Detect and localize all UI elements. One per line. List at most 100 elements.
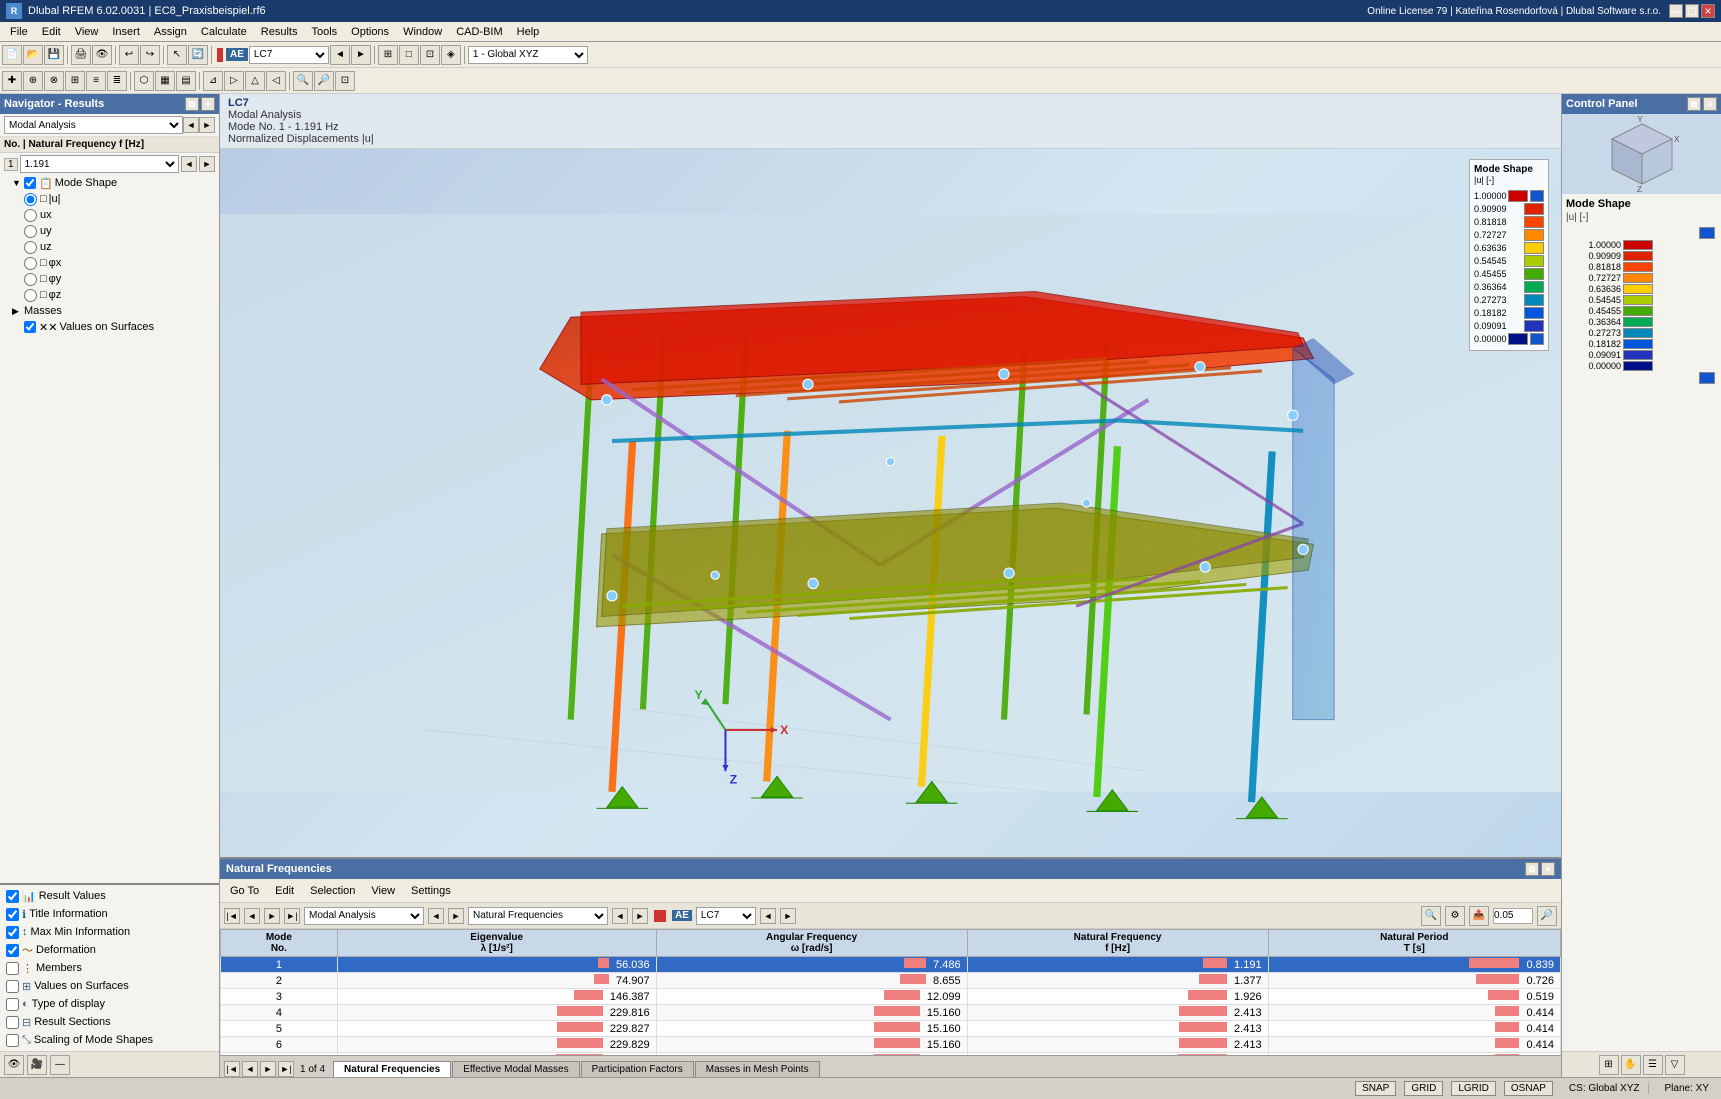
tb2-9[interactable]: ▤ bbox=[176, 71, 196, 91]
bp-freq-prev[interactable]: ◄ bbox=[612, 908, 628, 924]
grid-btn[interactable]: GRID bbox=[1404, 1081, 1443, 1096]
tb2-6[interactable]: ≣ bbox=[107, 71, 127, 91]
radio-uz[interactable] bbox=[24, 241, 37, 254]
bp-freq-next[interactable]: ► bbox=[632, 908, 648, 924]
bp-lc-select[interactable]: LC7 bbox=[696, 907, 756, 925]
values-surfaces-checkbox[interactable] bbox=[24, 321, 36, 333]
bp-lc-next[interactable]: ► bbox=[780, 908, 796, 924]
nav-result-values[interactable]: 📊 Result Values bbox=[0, 887, 219, 905]
menu-file[interactable]: File bbox=[4, 25, 34, 39]
table-container[interactable]: ModeNo. Eigenvalueλ [1/s²] Angular Frequ… bbox=[220, 929, 1561, 1055]
tb2-4[interactable]: ⊞ bbox=[65, 71, 85, 91]
result-values-check[interactable] bbox=[6, 890, 19, 903]
tab-natural-frequencies[interactable]: Natural Frequencies bbox=[333, 1061, 451, 1077]
radio-ux[interactable] bbox=[24, 209, 37, 222]
view-top[interactable]: ⊡ bbox=[420, 45, 440, 65]
snap-btn[interactable]: SNAP bbox=[1355, 1081, 1396, 1096]
table-row[interactable]: 1 56.036 7.486 1.191 0.839 bbox=[221, 957, 1561, 973]
cp-list-btn[interactable]: ☰ bbox=[1643, 1055, 1663, 1075]
select-btn[interactable]: ↖ bbox=[167, 45, 187, 65]
menu-cad-bim[interactable]: CAD-BIM bbox=[450, 25, 508, 39]
nav-phiz[interactable]: □ φz bbox=[0, 287, 219, 303]
view-all[interactable]: ⊞ bbox=[378, 45, 398, 65]
nav-prev[interactable]: ◄ bbox=[183, 117, 199, 133]
tab-nav-last[interactable]: ►| bbox=[278, 1061, 294, 1077]
nav-expand-row[interactable]: ▼ 📋 Mode Shape bbox=[0, 175, 219, 191]
window-controls[interactable]: — □ × bbox=[1669, 4, 1715, 18]
open-btn[interactable]: 📂 bbox=[23, 45, 43, 65]
tab-masses-mesh-points[interactable]: Masses in Mesh Points bbox=[695, 1061, 820, 1077]
menu-window[interactable]: Window bbox=[397, 25, 448, 39]
mode-shape-checkbox[interactable] bbox=[24, 177, 36, 189]
nav-masses[interactable]: ▶ Masses bbox=[0, 303, 219, 319]
nav-footer-btn1[interactable]: 👁 bbox=[4, 1055, 24, 1075]
tb2-12[interactable]: △ bbox=[245, 71, 265, 91]
bottom-panel-close-btn[interactable]: × bbox=[1541, 862, 1555, 876]
nav-close-btn[interactable]: × bbox=[201, 97, 215, 111]
view-front[interactable]: □ bbox=[399, 45, 419, 65]
tb2-3[interactable]: ⊗ bbox=[44, 71, 64, 91]
nav-float-btn[interactable]: ⧉ bbox=[185, 97, 199, 111]
tb2-2[interactable]: ⊕ bbox=[23, 71, 43, 91]
menu-edit[interactable]: Edit bbox=[36, 25, 67, 39]
menu-calculate[interactable]: Calculate bbox=[195, 25, 253, 39]
tb2-zoom-fit[interactable]: ⊡ bbox=[335, 71, 355, 91]
nav-phiy[interactable]: □ φy bbox=[0, 271, 219, 287]
tb2-11[interactable]: ▷ bbox=[224, 71, 244, 91]
bp-settings-icon[interactable]: ⚙ bbox=[1445, 906, 1465, 926]
bp-settings[interactable]: Settings bbox=[405, 884, 457, 898]
bp-search-icon[interactable]: 🔎 bbox=[1537, 906, 1557, 926]
menu-options[interactable]: Options bbox=[345, 25, 395, 39]
nav-ux[interactable]: ux bbox=[0, 207, 219, 223]
bp-goto[interactable]: Go To bbox=[224, 884, 265, 898]
bp-view[interactable]: View bbox=[365, 884, 401, 898]
menu-assign[interactable]: Assign bbox=[148, 25, 193, 39]
nav-uz[interactable]: uz bbox=[0, 239, 219, 255]
tb2-7[interactable]: ⬡ bbox=[134, 71, 154, 91]
axis-select[interactable]: 1 - Global XYZ bbox=[468, 46, 588, 64]
lgrid-btn[interactable]: LGRID bbox=[1451, 1081, 1496, 1096]
tb2-13[interactable]: ◁ bbox=[266, 71, 286, 91]
table-row[interactable]: 2 74.907 8.655 1.377 0.726 bbox=[221, 973, 1561, 989]
nav-mode-row[interactable]: 1 1.191 ◄ ► bbox=[0, 153, 219, 175]
nav-scaling-mode[interactable]: ⤡ Scaling of Mode Shapes bbox=[0, 1031, 219, 1049]
table-row[interactable]: 6 229.829 15.160 2.413 0.414 bbox=[221, 1037, 1561, 1053]
bp-nav-next[interactable]: ► bbox=[264, 908, 280, 924]
bp-nav-prev[interactable]: ◄ bbox=[244, 908, 260, 924]
tb2-1[interactable]: ✚ bbox=[2, 71, 22, 91]
bp-nav-first[interactable]: |◄ bbox=[224, 908, 240, 924]
radio-phix[interactable] bbox=[24, 257, 37, 270]
nav-footer-btn3[interactable]: — bbox=[50, 1055, 70, 1075]
close-button[interactable]: × bbox=[1701, 4, 1715, 18]
bp-nav-last[interactable]: ►| bbox=[284, 908, 300, 924]
lc-select[interactable]: LC7 bbox=[249, 46, 329, 64]
bp-edit[interactable]: Edit bbox=[269, 884, 300, 898]
nav-phix[interactable]: □ φx bbox=[0, 255, 219, 271]
bp-analysis-select[interactable]: Modal Analysis bbox=[304, 907, 424, 925]
nav-section-combo[interactable]: Modal Analysis ◄ ► bbox=[0, 114, 219, 137]
scaling-mode-check[interactable] bbox=[6, 1034, 19, 1047]
osnap-btn[interactable]: OSNAP bbox=[1504, 1081, 1553, 1096]
bp-analysis-next[interactable]: ► bbox=[448, 908, 464, 924]
bp-value-input[interactable] bbox=[1493, 908, 1533, 924]
mode-prev[interactable]: ◄ bbox=[181, 156, 197, 172]
tb2-10[interactable]: ⊿ bbox=[203, 71, 223, 91]
cp-close-btn[interactable]: × bbox=[1703, 97, 1717, 111]
type-display-check[interactable] bbox=[6, 998, 19, 1011]
nav-next[interactable]: ► bbox=[199, 117, 215, 133]
maximize-button[interactable]: □ bbox=[1685, 4, 1699, 18]
table-row[interactable]: 3 146.387 12.099 1.926 0.519 bbox=[221, 989, 1561, 1005]
members-check[interactable] bbox=[6, 962, 19, 975]
cp-float-btn[interactable]: ⧉ bbox=[1687, 97, 1701, 111]
max-min-check[interactable] bbox=[6, 926, 19, 939]
nav-deformation[interactable]: 〜 Deformation bbox=[0, 941, 219, 959]
radio-phiy[interactable] bbox=[24, 273, 37, 286]
nav-members[interactable]: ⋮ Members bbox=[0, 959, 219, 977]
viewport-canvas[interactable]: X Y Z Mode Shape |u| [-] bbox=[220, 149, 1561, 857]
next-lc[interactable]: ► bbox=[351, 45, 371, 65]
tab-nav-first[interactable]: |◄ bbox=[224, 1061, 240, 1077]
tab-nav-prev[interactable]: ◄ bbox=[242, 1061, 258, 1077]
bp-analysis-prev[interactable]: ◄ bbox=[428, 908, 444, 924]
table-row[interactable]: 7 234.848 15.325 2.439 0.410 bbox=[221, 1053, 1561, 1056]
nav-footer-btn2[interactable]: 🎥 bbox=[27, 1055, 47, 1075]
